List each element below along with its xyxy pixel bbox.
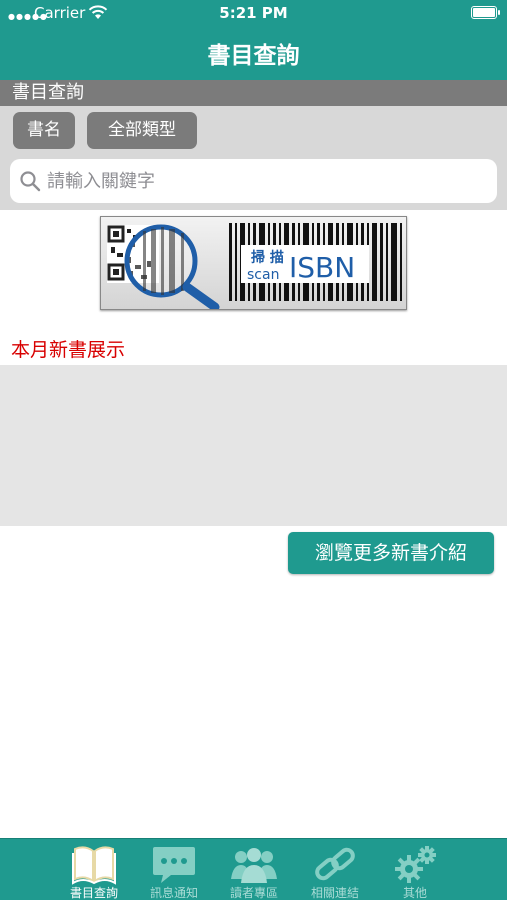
tab-label: 書目查詢 xyxy=(69,886,118,900)
tab-bar: 書目查詢 訊息通知 讀者專區 相關連結 其他 xyxy=(0,838,507,900)
tab-notifications[interactable]: 訊息通知 xyxy=(137,839,211,900)
magnifier-icon xyxy=(124,224,220,312)
tab-reader-area[interactable]: 讀者專區 xyxy=(217,839,291,900)
tab-label: 訊息通知 xyxy=(149,886,198,900)
search-field-selector[interactable]: 書名 xyxy=(13,112,75,149)
book-icon xyxy=(72,846,116,885)
gear-icon xyxy=(395,846,436,883)
tab-book-search[interactable]: 書目查詢 xyxy=(57,839,131,900)
navigation-bar: 書目查詢 xyxy=(0,26,507,80)
tab-related-links[interactable]: 相關連結 xyxy=(298,839,372,900)
link-icon xyxy=(315,847,355,881)
scan-isbn-button[interactable]: 掃 描 scan ISBN xyxy=(100,216,407,312)
search-input[interactable] xyxy=(47,165,487,197)
people-icon xyxy=(231,848,277,883)
search-box[interactable] xyxy=(10,159,497,203)
search-panel: 書名 全部類型 xyxy=(0,106,507,210)
new-books-carousel[interactable] xyxy=(0,365,507,526)
battery-icon xyxy=(471,6,500,19)
clock: 5:21 PM xyxy=(219,4,288,22)
browse-more-new-books-button[interactable]: 瀏覽更多新書介紹 xyxy=(288,532,494,574)
new-books-heading: 本月新書展示 xyxy=(11,339,126,361)
tab-label: 其他 xyxy=(402,886,427,900)
section-header: 書目查詢 xyxy=(0,80,507,106)
status-bar: ●●●●● Carrier 5:21 PM xyxy=(0,0,507,26)
page-title: 書目查詢 xyxy=(207,43,300,69)
isbn-banner-text-line2: scan xyxy=(247,267,279,283)
isbn-banner-brand: ISBN xyxy=(289,251,355,284)
search-icon xyxy=(20,171,41,192)
tab-label: 相關連結 xyxy=(310,886,359,900)
material-type-selector[interactable]: 全部類型 xyxy=(87,112,197,149)
isbn-banner-graphic: 掃 描 scan ISBN xyxy=(107,223,402,312)
tab-others[interactable]: 其他 xyxy=(378,839,452,900)
tab-label: 讀者專區 xyxy=(229,886,278,900)
isbn-banner-text-line1: 掃 描 xyxy=(251,249,284,266)
chat-bubble-icon xyxy=(153,847,195,883)
